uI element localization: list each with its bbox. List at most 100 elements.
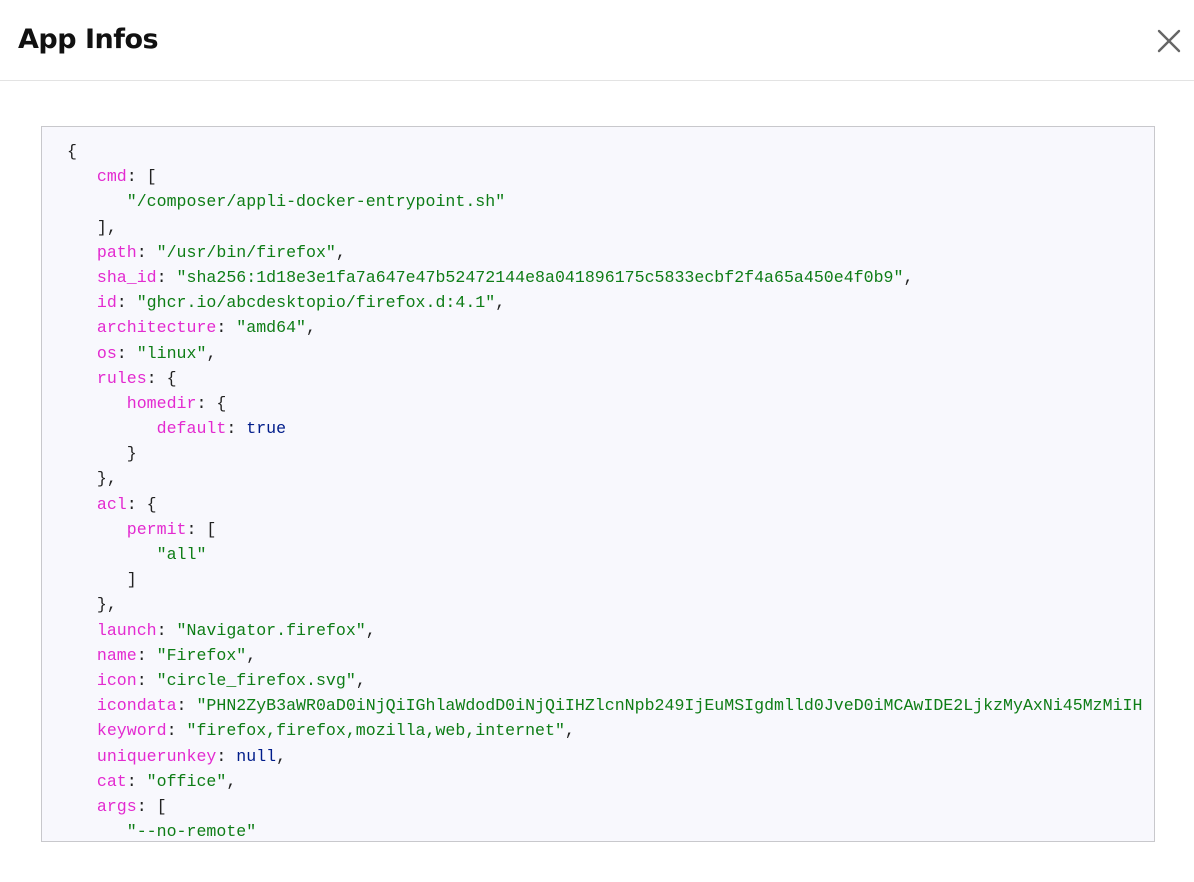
json-line: id: "ghcr.io/abcdesktopio/firefox.d:4.1"… (67, 290, 1142, 315)
json-punctuation: , (355, 670, 366, 690)
json-literal: null (236, 746, 277, 766)
json-key: uniquerunkey (96, 746, 217, 766)
dialog-title: App Infos (18, 24, 159, 55)
json-punctuation: : { (146, 368, 177, 388)
json-key: permit (126, 519, 187, 539)
json-line: } (67, 441, 1142, 466)
json-line: sha_id: "sha256:1d18e3e1fa7a647e47b52472… (67, 265, 1142, 290)
json-line: permit: [ (67, 517, 1142, 542)
json-punctuation: , (564, 721, 575, 741)
json-line: cat: "office", (67, 769, 1142, 794)
json-punctuation: : [ (136, 796, 167, 816)
json-punctuation: : (156, 620, 177, 640)
json-punctuation: : [ (126, 167, 157, 187)
json-line: { (67, 139, 1142, 164)
json-line: path: "/usr/bin/firefox", (67, 240, 1142, 265)
json-line: "--no-remote" (67, 819, 1142, 842)
json-key: acl (96, 494, 127, 514)
json-string: "sha256:1d18e3e1fa7a647e47b52472144e8a04… (176, 267, 904, 287)
json-punctuation: , (365, 620, 376, 640)
json-line: ] (67, 567, 1142, 592)
json-punctuation: : { (126, 494, 157, 514)
json-punctuation: { (67, 142, 77, 161)
json-line: ], (67, 215, 1142, 240)
json-key: sha_id (96, 267, 157, 287)
json-punctuation: , (495, 293, 506, 313)
json-line: }, (67, 466, 1142, 491)
app-infos-dialog: App Infos { cmd: [ "/composer/appli-dock… (0, 0, 1194, 882)
json-literal: true (246, 419, 287, 439)
json-string: "Firefox" (156, 645, 247, 665)
json-punctuation: : (176, 696, 197, 716)
dialog-header: App Infos (0, 0, 1194, 81)
json-line: "/composer/appli-docker-entrypoint.sh" (67, 189, 1142, 214)
json-punctuation: }, (96, 595, 117, 615)
json-punctuation: , (335, 242, 346, 262)
json-punctuation: : { (196, 393, 227, 413)
json-punctuation: : (226, 419, 247, 439)
json-punctuation: , (246, 645, 257, 665)
json-string: "office" (146, 771, 227, 791)
json-string: "/composer/appli-docker-entrypoint.sh" (126, 192, 506, 212)
json-key: homedir (126, 393, 197, 413)
json-punctuation: , (206, 343, 217, 363)
json-punctuation: : (116, 343, 137, 363)
json-punctuation: ], (96, 217, 117, 237)
json-punctuation: : (216, 746, 237, 766)
json-line: }, (67, 592, 1142, 617)
json-punctuation: }, (96, 469, 117, 489)
json-line: cmd: [ (67, 164, 1142, 189)
json-punctuation: : (166, 721, 187, 741)
json-line: uniquerunkey: null, (67, 744, 1142, 769)
json-line: homedir: { (67, 391, 1142, 416)
json-key: icondata (96, 696, 177, 716)
json-line: keyword: "firefox,firefox,mozilla,web,in… (67, 718, 1142, 743)
json-key: architecture (96, 318, 217, 338)
json-punctuation: ] (126, 570, 137, 590)
json-line: acl: { (67, 492, 1142, 517)
json-punctuation: : (156, 267, 177, 287)
json-key: default (156, 419, 227, 439)
json-string: "linux" (136, 343, 207, 363)
json-punctuation: : (126, 771, 147, 791)
json-key: name (96, 645, 137, 665)
json-string: "circle_firefox.svg" (156, 670, 356, 690)
json-punctuation: , (306, 318, 316, 338)
json-punctuation: : (136, 242, 157, 262)
json-line: "all" (67, 542, 1142, 567)
close-button[interactable] (1152, 24, 1186, 58)
json-key: args (96, 796, 137, 816)
json-string: "--no-remote" (126, 822, 257, 842)
json-line: architecture: "amd64", (67, 315, 1142, 340)
json-punctuation: } (126, 444, 137, 464)
json-line: name: "Firefox", (67, 643, 1142, 668)
json-key: keyword (96, 721, 167, 741)
json-key: rules (96, 368, 147, 388)
json-key: launch (96, 620, 157, 640)
json-line: default: true (67, 416, 1142, 441)
json-punctuation: , (276, 746, 287, 766)
json-key: cmd (96, 167, 127, 187)
json-punctuation: : (136, 645, 157, 665)
json-line: os: "linux", (67, 341, 1142, 366)
json-line: args: [ (67, 794, 1142, 819)
json-string: "amd64" (236, 318, 307, 338)
json-punctuation: : [ (186, 519, 217, 539)
close-icon (1157, 29, 1181, 53)
json-punctuation: : (216, 318, 237, 338)
json-code: { cmd: [ "/composer/appli-docker-entrypo… (67, 139, 1143, 842)
json-line: icondata: "PHN2ZyB3aWR0aD0iNjQiIGhlaWdod… (67, 693, 1143, 718)
json-string: "firefox,firefox,mozilla,web,internet" (186, 721, 565, 741)
json-key: icon (96, 670, 137, 690)
json-string: "PHN2ZyB3aWR0aD0iNjQiIGhlaWdodD0iNjQiIHZ… (196, 696, 1143, 716)
json-line: rules: { (67, 366, 1142, 391)
json-string: "Navigator.firefox" (176, 620, 366, 640)
json-punctuation: , (903, 267, 914, 287)
json-string: "all" (156, 545, 207, 564)
json-viewer[interactable]: { cmd: [ "/composer/appli-docker-entrypo… (41, 126, 1155, 842)
json-string: "/usr/bin/firefox" (156, 242, 336, 262)
json-string: "ghcr.io/abcdesktopio/firefox.d:4.1" (136, 293, 496, 313)
json-key: path (96, 242, 137, 262)
json-line: launch: "Navigator.firefox", (67, 618, 1142, 643)
json-punctuation: , (226, 771, 237, 791)
